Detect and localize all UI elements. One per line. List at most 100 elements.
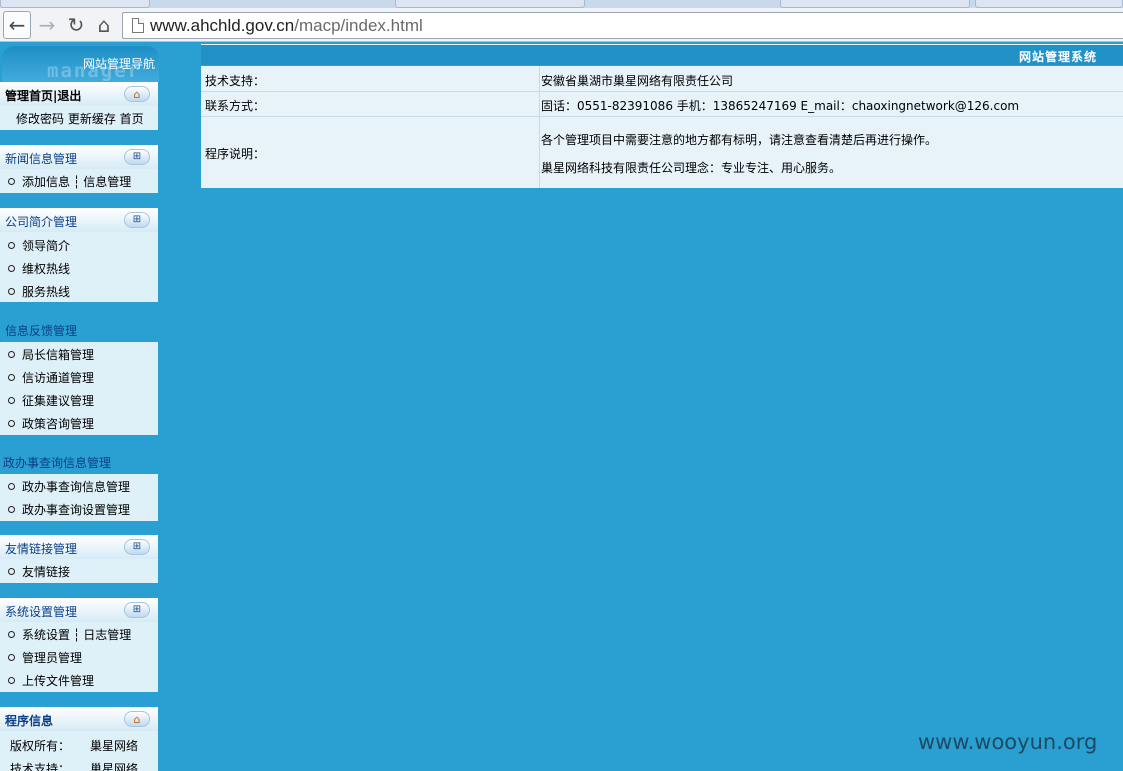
nav-item[interactable]: 维权热线	[8, 260, 70, 277]
house-icon[interactable]: ⌂	[124, 711, 150, 727]
log-manage-link[interactable]: 日志管理	[83, 626, 131, 643]
nav-group-title: 友情链接管理	[5, 542, 78, 556]
nav-group-news-body: 添加信息 ┆ 信息管理	[0, 169, 158, 193]
nav-item[interactable]: 政办事查询设置管理	[8, 501, 130, 518]
nav-item[interactable]: 服务热线	[8, 283, 70, 300]
nav-group-program-body: 版权所有： 巢星网络 技术支持： 巢星网络	[0, 731, 158, 771]
admin-navigation: manager 网站管理导航 管理首页|退出 ⌂ 修改密码 更新缓存 首页 新闻…	[0, 42, 160, 771]
nav-item[interactable]: 政办事查询信息管理	[8, 478, 130, 495]
page-icon	[132, 18, 144, 33]
bullet-icon	[8, 631, 15, 638]
nav-item[interactable]: 友情链接	[8, 563, 70, 580]
table-row: 技术支持： 安徽省巢湖市巢星网络有限责任公司	[201, 66, 1123, 91]
main-header-bar: 网站管理系统	[201, 44, 1123, 65]
system-settings-link[interactable]: 系统设置	[22, 626, 70, 643]
nav-item[interactable]: 上传文件管理	[8, 672, 94, 689]
nav-group-home: 管理首页|退出 ⌂	[0, 82, 158, 106]
reload-button[interactable]: ↻	[62, 11, 90, 39]
nav-item[interactable]: 政策咨询管理	[8, 415, 94, 432]
bullet-icon	[8, 568, 15, 575]
site-watermark: www.wooyun.org	[918, 730, 1098, 754]
nav-group-home-body: 修改密码 更新缓存 首页	[0, 106, 158, 130]
browser-tab[interactable]	[975, 0, 1123, 8]
nav-title: 网站管理导航	[82, 57, 155, 71]
bullet-icon	[8, 374, 15, 381]
info-table: 技术支持： 安徽省巢湖市巢星网络有限责任公司 联系方式： 固话：0551-823…	[201, 66, 1123, 188]
support-label: 技术支持：	[10, 762, 71, 771]
nav-group-company-body: 领导简介 维权热线 服务热线	[0, 232, 158, 302]
nav-group-program: 程序信息 ⌂	[0, 707, 158, 731]
nav-group-links-body: 友情链接	[0, 559, 158, 583]
row-divider	[201, 91, 1123, 92]
copyright-label: 版权所有：	[10, 739, 71, 753]
table-row: 程序说明： 各个管理项目中需要注意的地方都有标明，请注意查看清楚后再进行操作。 …	[201, 116, 1123, 188]
browser-tabstrip	[0, 0, 1123, 8]
browser-tab[interactable]	[780, 0, 970, 8]
nav-group-title: 公司简介管理	[5, 215, 78, 229]
back-arrow-icon: ←	[8, 13, 26, 37]
bullet-icon	[8, 351, 15, 358]
nav-group-title: 程序信息	[5, 714, 54, 728]
reload-icon: ↻	[67, 13, 85, 37]
address-url[interactable]: www.ahchld.gov.cn/macp/index.html	[150, 16, 423, 36]
browser-tab[interactable]	[395, 0, 585, 8]
admin-home-link[interactable]: 管理首页	[5, 89, 53, 103]
notes-key: 程序说明：	[205, 147, 266, 161]
support-value: 安徽省巢湖市巢星网络有限责任公司	[541, 74, 734, 88]
nav-item[interactable]: 领导简介	[8, 237, 70, 254]
nav-item[interactable]: 管理员管理	[8, 649, 82, 666]
bullet-icon	[8, 483, 15, 490]
bullet-icon	[8, 178, 15, 185]
bullet-icon	[8, 420, 15, 427]
browser-tab[interactable]	[0, 0, 150, 8]
nav-group-gov-body: 政办事查询信息管理 政办事查询设置管理	[0, 474, 158, 521]
forward-button[interactable]: →	[33, 11, 61, 39]
house-icon[interactable]: ⌂	[124, 86, 150, 102]
plus-icon[interactable]: ⊞	[124, 149, 150, 165]
nav-group-news[interactable]: 新闻信息管理 ⊞	[0, 145, 158, 169]
table-divider	[539, 66, 540, 188]
nav-group-system[interactable]: 系统设置管理 ⊞	[0, 598, 158, 622]
support-key: 技术支持：	[205, 74, 266, 88]
support-value: 巢星网络	[90, 762, 139, 771]
contact-value: 固话：0551-82391086 手机：13865247169 E_mail：c…	[541, 99, 1020, 113]
logout-link[interactable]: 退出	[57, 89, 81, 103]
home-button[interactable]: ⌂	[90, 11, 118, 39]
nav-group-feedback-title[interactable]: 信息反馈管理	[5, 322, 77, 339]
plus-icon[interactable]: ⊞	[124, 602, 150, 618]
nav-group-links[interactable]: 友情链接管理 ⊞	[0, 535, 158, 559]
plus-icon[interactable]: ⊞	[124, 212, 150, 228]
nav-item: 添加信息 ┆ 信息管理	[8, 173, 131, 190]
bullet-icon	[8, 506, 15, 513]
forward-arrow-icon: →	[38, 13, 56, 37]
nav-group-system-body: 系统设置 ┆ 日志管理 管理员管理 上传文件管理	[0, 622, 158, 692]
browser-toolbar: ← → ↻ ⌂ www.ahchld.gov.cn/macp/index.htm…	[0, 8, 1123, 42]
page-title: 网站管理系统	[1018, 50, 1097, 64]
manage-news-link[interactable]: 信息管理	[83, 173, 131, 190]
back-button[interactable]: ←	[3, 11, 31, 39]
nav-header: manager 网站管理导航	[2, 46, 159, 82]
bullet-icon	[8, 654, 15, 661]
address-bar[interactable]: www.ahchld.gov.cn/macp/index.html	[122, 12, 1123, 39]
nav-item[interactable]: 局长信箱管理	[8, 346, 94, 363]
home-quick-links[interactable]: 修改密码 更新缓存 首页	[16, 110, 144, 127]
nav-item[interactable]: 征集建议管理	[8, 392, 94, 409]
copyright-value: 巢星网络	[90, 739, 139, 753]
bullet-icon	[8, 677, 15, 684]
nav-item[interactable]: 信访通道管理	[8, 369, 94, 386]
row-divider	[201, 116, 1123, 117]
contact-key: 联系方式：	[205, 99, 266, 113]
nav-group-gov-title[interactable]: 政办事查询信息管理	[3, 454, 111, 471]
plus-icon[interactable]: ⊞	[124, 539, 150, 555]
bullet-icon	[8, 397, 15, 404]
notes-line-1: 各个管理项目中需要注意的地方都有标明，请注意查看清楚后再进行操作。	[541, 133, 938, 147]
bullet-icon	[8, 265, 15, 272]
nav-group-company[interactable]: 公司简介管理 ⊞	[0, 208, 158, 232]
home-icon: ⌂	[97, 13, 111, 37]
bullet-icon	[8, 242, 15, 249]
nav-group-title: 新闻信息管理	[5, 152, 78, 166]
add-news-link[interactable]: 添加信息	[22, 173, 70, 190]
nav-group-feedback-body: 局长信箱管理 信访通道管理 征集建议管理 政策咨询管理	[0, 342, 158, 435]
table-row: 联系方式： 固话：0551-82391086 手机：13865247169 E_…	[201, 91, 1123, 116]
nav-group-title: 系统设置管理	[5, 605, 78, 619]
